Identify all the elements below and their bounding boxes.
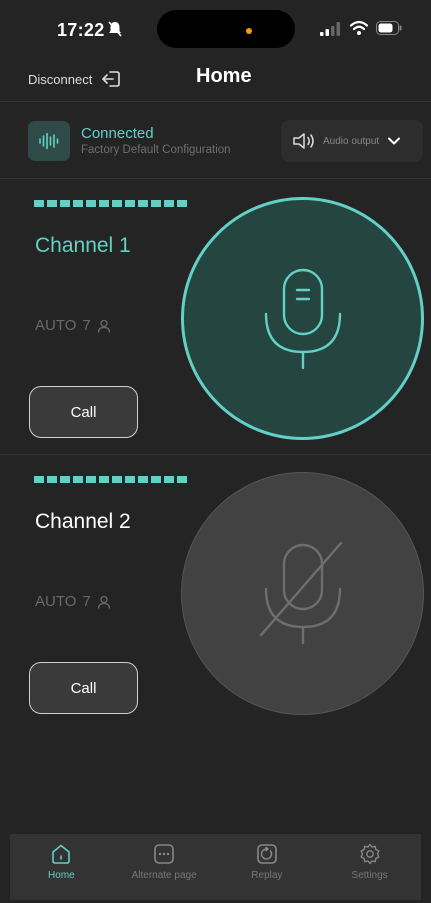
mode-label: AUTO: [35, 593, 77, 610]
nav-label: Home: [48, 870, 75, 881]
person-icon: [97, 319, 110, 333]
mode-label: AUTO: [35, 317, 77, 334]
mic-toggle-channel-1[interactable]: [181, 197, 424, 440]
connection-status-tile: [28, 121, 70, 161]
audio-wave-icon: [39, 132, 59, 150]
connection-row: Connected Factory Default Configuration …: [0, 103, 431, 179]
disconnect-label: Disconnect: [28, 71, 93, 87]
cellular-signal-icon: [320, 22, 340, 36]
dynamic-island: [157, 10, 295, 48]
nav-alternate-page[interactable]: Alternate page: [113, 834, 216, 900]
chevron-down-icon: [388, 137, 401, 145]
nav-label: Settings: [351, 870, 388, 881]
participant-count: 7: [82, 593, 91, 610]
gear-icon: [360, 843, 380, 865]
microphone-muted-icon: [259, 541, 342, 644]
bell-muted-icon: [108, 21, 122, 37]
mic-toggle-channel-2[interactable]: [181, 472, 424, 715]
nav-settings[interactable]: Settings: [318, 834, 421, 900]
nav-replay[interactable]: Replay: [216, 834, 319, 900]
bottom-nav: Home Alternate page Replay Settings: [10, 834, 421, 900]
wifi-icon: [350, 20, 368, 35]
logout-icon: [102, 71, 121, 87]
channel-mode: AUTO 7: [35, 317, 111, 334]
channel-mode: AUTO 7: [35, 593, 111, 610]
nav-label: Replay: [251, 870, 283, 881]
home-icon: [52, 844, 71, 864]
level-meter: [34, 476, 187, 483]
configuration-name: Factory Default Configuration: [81, 144, 231, 156]
app-header: Disconnect Home: [0, 56, 431, 102]
channel-name: Channel 2: [35, 510, 131, 533]
connection-status: Connected: [81, 125, 154, 142]
alternate-page-icon: [154, 844, 174, 864]
speaker-icon: [293, 133, 314, 149]
participant-count: 7: [82, 317, 91, 334]
level-meter: [34, 200, 187, 207]
audio-output-dropdown[interactable]: Audio output: [281, 120, 423, 162]
status-time: 17:22: [57, 20, 105, 40]
app-screen: 17:22 Disconnect Home Connected Factory …: [0, 0, 431, 903]
call-button-channel-1[interactable]: Call: [29, 386, 138, 438]
privacy-indicator: [246, 28, 252, 34]
channel-name: Channel 1: [35, 234, 131, 257]
nav-label: Alternate page: [131, 870, 197, 881]
microphone-icon: [264, 268, 341, 369]
battery-icon: [376, 21, 402, 35]
status-bar: 17:22: [0, 0, 431, 56]
disconnect-button[interactable]: Disconnect: [28, 68, 122, 90]
person-icon: [97, 595, 110, 609]
audio-output-label: Audio output: [323, 135, 380, 147]
channel-card-2: Channel 2 AUTO 7 Call: [0, 456, 431, 756]
replay-icon: [257, 844, 277, 864]
call-button-channel-2[interactable]: Call: [29, 662, 138, 714]
channel-card-1: Channel 1 AUTO 7 Call: [0, 180, 431, 455]
page-title: Home: [196, 65, 252, 87]
nav-home[interactable]: Home: [10, 834, 113, 900]
